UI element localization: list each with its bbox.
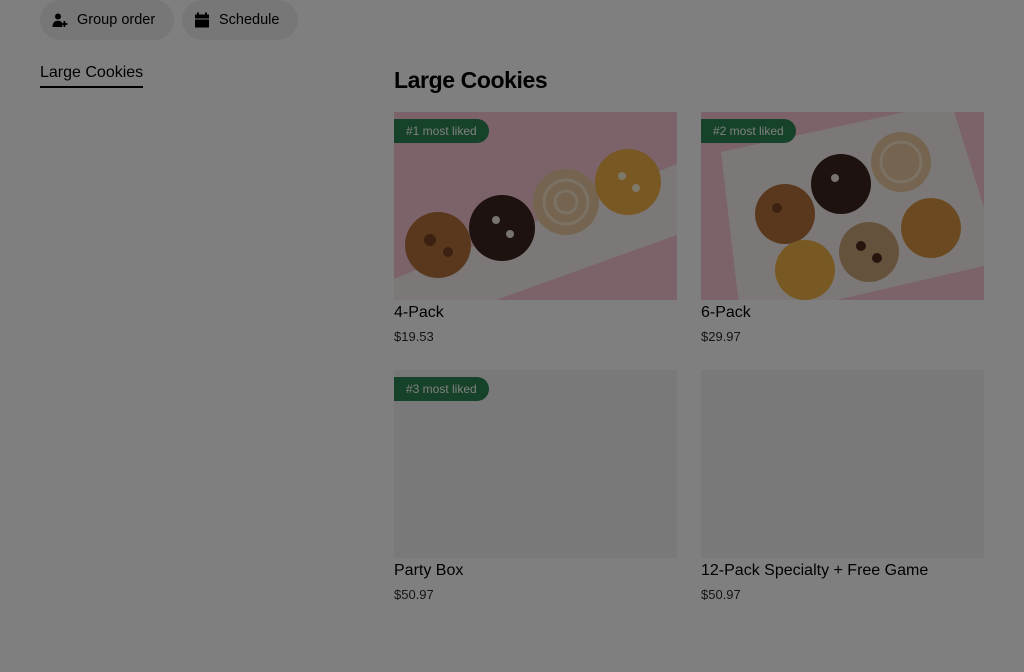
modal-backdrop-overlay[interactable] — [0, 0, 1024, 672]
